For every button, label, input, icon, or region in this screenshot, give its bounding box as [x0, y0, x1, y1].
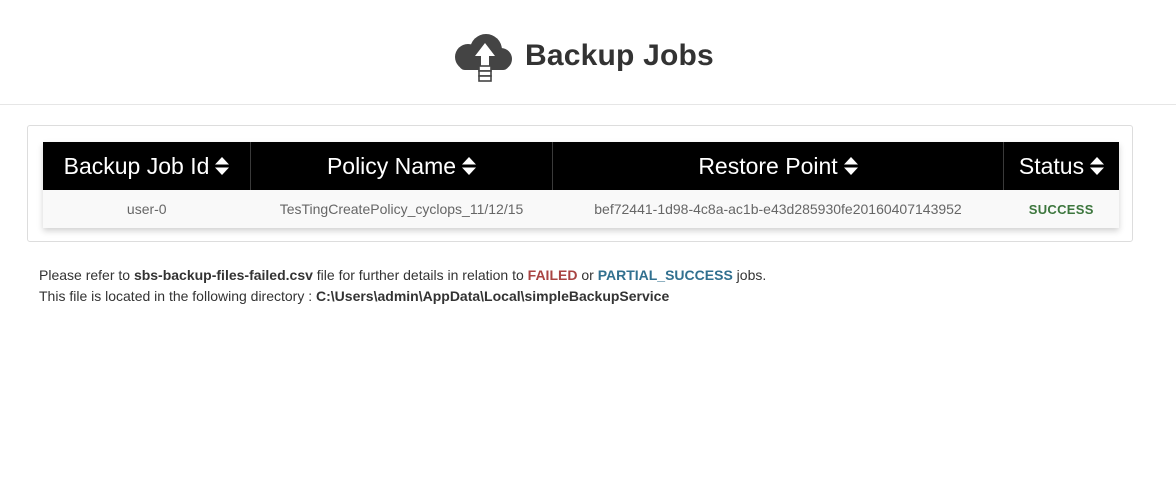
cloud-upload-icon — [455, 34, 512, 82]
column-header-status[interactable]: Status — [1003, 142, 1119, 190]
sort-icon[interactable] — [215, 156, 230, 176]
info-text: jobs. — [732, 267, 767, 283]
jobs-panel: Backup Job Id Policy Name Restore Point … — [27, 125, 1133, 242]
status-badge: SUCCESS — [1028, 202, 1094, 217]
cell-restore-point: bef72441-1d98-4c8a-ac1b-e43d285930fe2016… — [552, 190, 1004, 228]
header-brand: Backup Jobs — [451, 32, 714, 84]
info-line-2: This file is located in the following di… — [39, 286, 766, 307]
info-text: Please refer to — [39, 267, 134, 283]
info-text: file for further details in relation to — [312, 267, 528, 283]
table-header-row: Backup Job Id Policy Name Restore Point … — [43, 142, 1119, 190]
column-header-restore-point[interactable]: Restore Point — [552, 142, 1004, 190]
info-text: or — [577, 267, 598, 283]
directory-path: C:\Users\admin\AppData\Local\simpleBacku… — [316, 288, 670, 304]
info-line-1: Please refer to sbs-backup-files-failed.… — [39, 265, 766, 286]
sort-icon[interactable] — [462, 156, 477, 176]
cell-job-id: user-0 — [43, 190, 251, 228]
page-title: Backup Jobs — [525, 39, 714, 72]
info-text: This file is located in the following di… — [39, 288, 317, 304]
column-header-policy-name[interactable]: Policy Name — [250, 142, 553, 190]
column-label: Status — [1018, 152, 1085, 179]
column-label: Policy Name — [326, 152, 457, 179]
page-header: Backup Jobs — [0, 0, 1176, 105]
sort-icon[interactable] — [1090, 156, 1105, 176]
column-label: Restore Point — [698, 152, 838, 179]
failed-files-csv-name: sbs-backup-files-failed.csv — [133, 267, 313, 283]
failed-status-label: FAILED — [527, 267, 578, 283]
backup-jobs-table: Backup Job Id Policy Name Restore Point … — [43, 142, 1119, 228]
cell-policy-name: TesTingCreatePolicy_cyclops_11/12/15 — [250, 190, 553, 228]
info-notes: Please refer to sbs-backup-files-failed.… — [39, 265, 766, 307]
column-label: Backup Job Id — [63, 152, 210, 179]
sort-icon[interactable] — [843, 156, 858, 176]
partial-success-status-label: PARTIAL_SUCCESS — [597, 267, 733, 283]
cell-status: SUCCESS — [1003, 190, 1119, 228]
table-row[interactable]: user-0 TesTingCreatePolicy_cyclops_11/12… — [43, 190, 1119, 228]
column-header-backup-job-id[interactable]: Backup Job Id — [43, 142, 251, 190]
